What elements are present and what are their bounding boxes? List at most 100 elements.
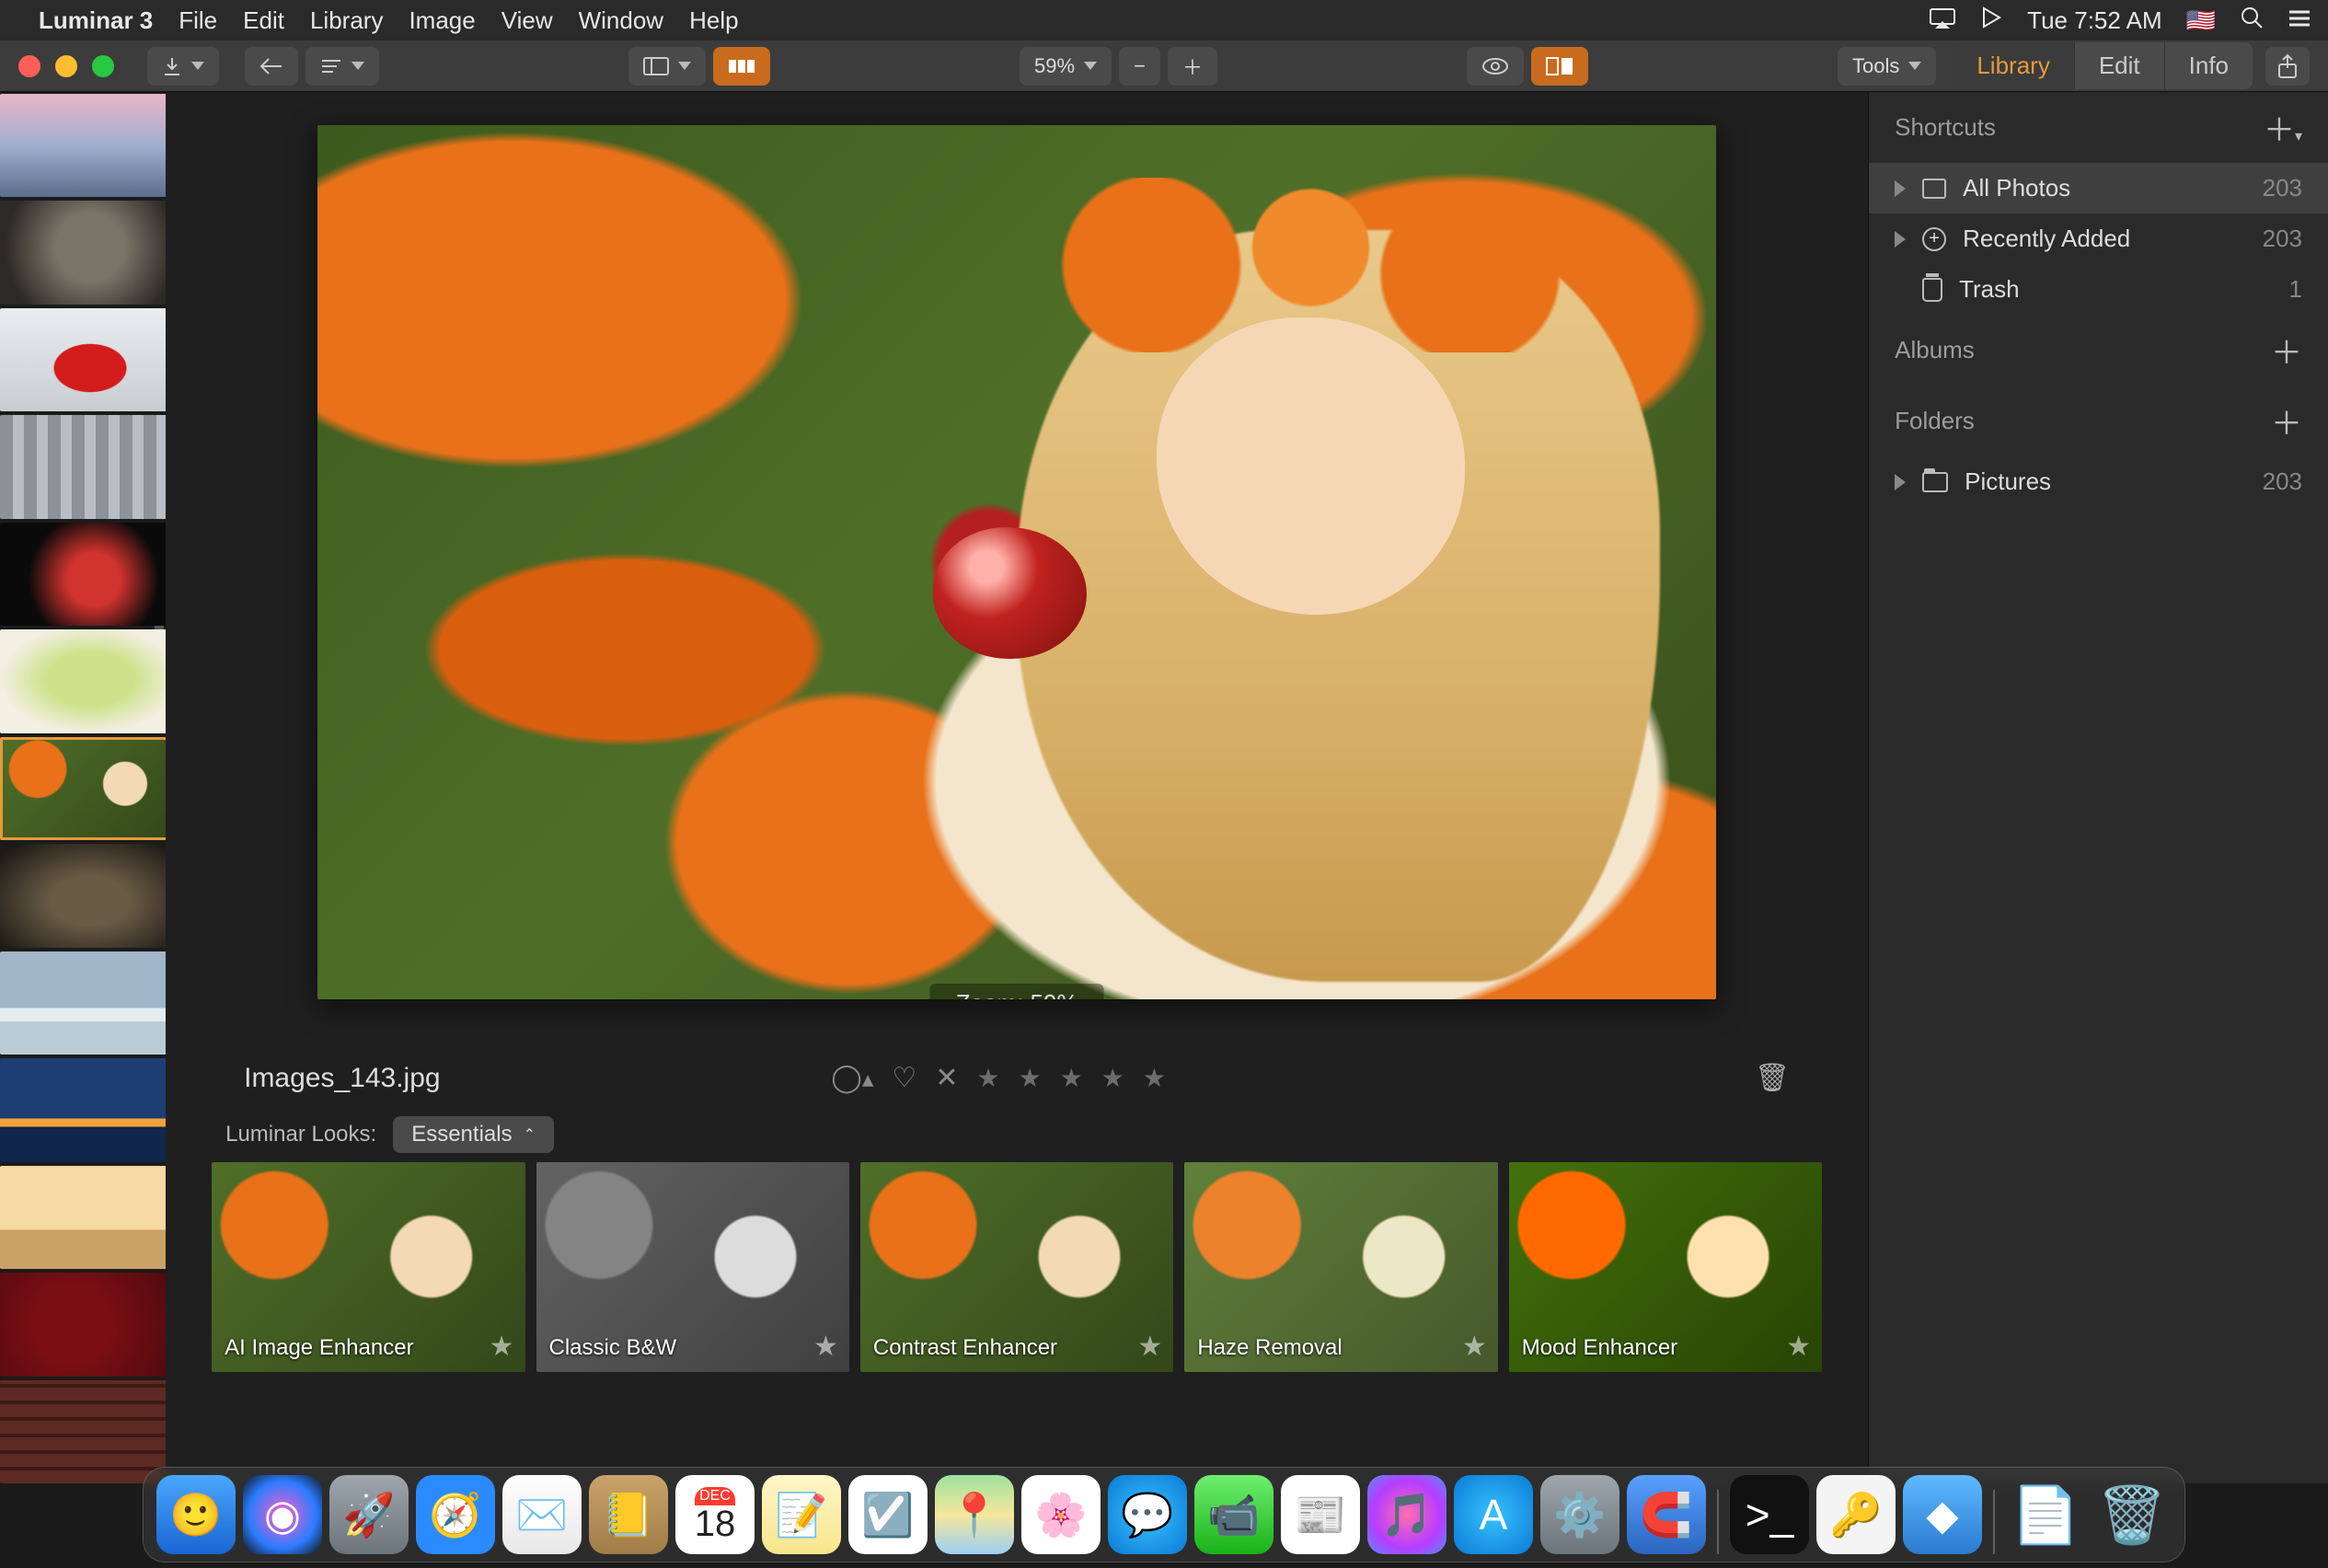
app-name[interactable]: Luminar 3 — [39, 6, 153, 35]
dock-app-notes[interactable]: 📝 — [762, 1475, 841, 1554]
rating-star-5[interactable]: ★ — [1143, 1063, 1166, 1093]
color-tag-button[interactable]: ◯▴ — [831, 1062, 873, 1094]
dock-app-finder[interactable]: 🙂 — [156, 1475, 236, 1554]
menu-image[interactable]: Image — [409, 6, 475, 35]
rating-star-4[interactable]: ★ — [1101, 1063, 1124, 1093]
fullscreen-window-button[interactable] — [92, 55, 114, 77]
filmstrip-thumb[interactable] — [0, 737, 166, 841]
look-favorite-button[interactable]: ★ — [1137, 1331, 1162, 1363]
dock-app-mail[interactable]: ✉️ — [502, 1475, 582, 1554]
tab-library[interactable]: Library — [1953, 42, 2074, 89]
quick-preview-button[interactable] — [1467, 47, 1524, 86]
disclosure-triangle-icon[interactable] — [1895, 474, 1906, 490]
dock-app-launchpad[interactable]: 🚀 — [329, 1475, 409, 1554]
dock-app-facetime[interactable]: 📹 — [1194, 1475, 1273, 1554]
airplay-icon[interactable] — [1930, 6, 1955, 35]
zoom-out-button[interactable]: − — [1119, 47, 1160, 86]
filmstrip-thumb[interactable] — [0, 308, 166, 411]
dock-app-magnet[interactable]: 🧲 — [1627, 1475, 1706, 1554]
screen-recording-icon[interactable] — [1979, 6, 2003, 36]
add-album-button[interactable]: ＋ — [2271, 328, 2302, 373]
dock-app-messages[interactable]: 💬 — [1108, 1475, 1187, 1554]
spotlight-icon[interactable] — [2240, 6, 2264, 36]
looks-row[interactable]: AI Image Enhancer★Classic B&W★Contrast E… — [202, 1162, 1831, 1372]
filmstrip[interactable] — [0, 92, 166, 1483]
menu-view[interactable]: View — [501, 6, 553, 35]
dock-app-safari[interactable]: 🧭 — [416, 1475, 495, 1554]
filmstrip-thumb[interactable] — [0, 844, 166, 947]
tab-info[interactable]: Info — [2165, 42, 2253, 89]
dock-app-terminal[interactable]: >_ — [1730, 1475, 1809, 1554]
sidebar-item-all-photos[interactable]: All Photos 203 — [1869, 163, 2328, 213]
sidebar-item-pictures[interactable]: Pictures 203 — [1869, 456, 2328, 507]
look-favorite-button[interactable]: ★ — [1786, 1331, 1811, 1363]
sidebar-layout-button[interactable] — [628, 47, 706, 86]
filmstrip-thumb[interactable] — [0, 1273, 166, 1376]
looks-category-dropdown[interactable]: Essentials⌃ — [393, 1116, 554, 1153]
dock-app-maps[interactable]: 📍 — [935, 1475, 1014, 1554]
dock-app-calendar[interactable]: DEC18 — [675, 1475, 755, 1554]
filmstrip-thumb[interactable] — [0, 201, 166, 304]
disclosure-triangle-icon[interactable] — [1895, 231, 1906, 248]
clock[interactable]: Tue 7:52 AM — [2027, 6, 2161, 35]
dock-app-downloads[interactable]: 📄 — [2006, 1475, 2085, 1554]
dock-app-photos[interactable]: 🌸 — [1021, 1475, 1101, 1554]
dock-app-siri[interactable]: ◉ — [243, 1475, 322, 1554]
look-preset[interactable]: Contrast Enhancer★ — [860, 1162, 1173, 1372]
look-preset[interactable]: Classic B&W★ — [536, 1162, 849, 1372]
filmstrip-thumb[interactable] — [0, 415, 166, 518]
compare-view-button[interactable] — [1531, 47, 1588, 86]
filmstrip-thumb[interactable] — [0, 94, 166, 197]
share-button[interactable] — [2265, 47, 2310, 86]
look-preset[interactable]: AI Image Enhancer★ — [212, 1162, 524, 1372]
delete-photo-button[interactable]: 🗑 — [1755, 1062, 1790, 1094]
rating-star-1[interactable]: ★ — [976, 1063, 999, 1093]
add-folder-button[interactable]: ＋ — [2271, 398, 2302, 444]
add-shortcut-button[interactable]: ＋▾ — [2264, 105, 2302, 150]
zoom-in-button[interactable]: ＋ — [1168, 47, 1217, 86]
dock-app-itunes[interactable]: 🎵 — [1367, 1475, 1446, 1554]
export-button[interactable] — [147, 47, 219, 86]
filmstrip-layout-button[interactable] — [713, 47, 770, 86]
dock-app-1password[interactable]: 🔑 — [1816, 1475, 1896, 1554]
menu-edit[interactable]: Edit — [243, 6, 284, 35]
dock-app-trash[interactable]: 🗑️ — [2092, 1475, 2172, 1554]
disclosure-triangle-icon[interactable] — [1895, 180, 1906, 197]
notification-center-icon[interactable] — [2288, 6, 2311, 35]
sort-button[interactable] — [305, 47, 379, 86]
rating-star-3[interactable]: ★ — [1060, 1063, 1083, 1093]
reject-button[interactable]: ✕ — [935, 1062, 958, 1094]
sidebar-item-recently-added[interactable]: + Recently Added 203 — [1869, 213, 2328, 264]
main-photo[interactable]: Zoom: 59% — [317, 125, 1716, 999]
menu-library[interactable]: Library — [310, 6, 383, 35]
dock-app-appstore[interactable]: A — [1454, 1475, 1533, 1554]
dock-app-news[interactable]: 📰 — [1281, 1475, 1360, 1554]
close-window-button[interactable] — [18, 55, 40, 77]
sidebar-item-trash[interactable]: Trash 1 — [1869, 264, 2328, 315]
look-favorite-button[interactable]: ★ — [1462, 1331, 1487, 1363]
favorite-button[interactable]: ♡ — [892, 1062, 916, 1094]
dock-app-settings[interactable]: ⚙️ — [1540, 1475, 1619, 1554]
look-preset[interactable]: Mood Enhancer★ — [1509, 1162, 1822, 1372]
filmstrip-thumb[interactable] — [0, 629, 166, 732]
tab-edit[interactable]: Edit — [2075, 42, 2165, 89]
filmstrip-thumb[interactable] — [0, 1058, 166, 1161]
look-favorite-button[interactable]: ★ — [813, 1331, 838, 1363]
flag-us-icon[interactable]: 🇺🇸 — [2186, 6, 2216, 35]
dock-app-luminar[interactable]: ◆ — [1903, 1475, 1982, 1554]
menu-help[interactable]: Help — [689, 6, 738, 35]
zoom-level-dropdown[interactable]: 59% — [1020, 47, 1112, 86]
dock-app-reminders[interactable]: ☑️ — [848, 1475, 928, 1554]
tools-dropdown[interactable]: Tools — [1838, 47, 1936, 86]
filmstrip-thumb[interactable] — [0, 1380, 166, 1483]
filmstrip-thumb[interactable] — [0, 951, 166, 1055]
back-button[interactable] — [245, 47, 298, 86]
minimize-window-button[interactable] — [55, 55, 77, 77]
rating-star-2[interactable]: ★ — [1019, 1063, 1042, 1093]
look-favorite-button[interactable]: ★ — [490, 1331, 514, 1363]
menu-file[interactable]: File — [179, 6, 217, 35]
dock-app-contacts[interactable]: 📒 — [589, 1475, 668, 1554]
menu-window[interactable]: Window — [579, 6, 663, 35]
filmstrip-thumb[interactable] — [0, 1166, 166, 1269]
look-preset[interactable]: Haze Removal★ — [1184, 1162, 1497, 1372]
